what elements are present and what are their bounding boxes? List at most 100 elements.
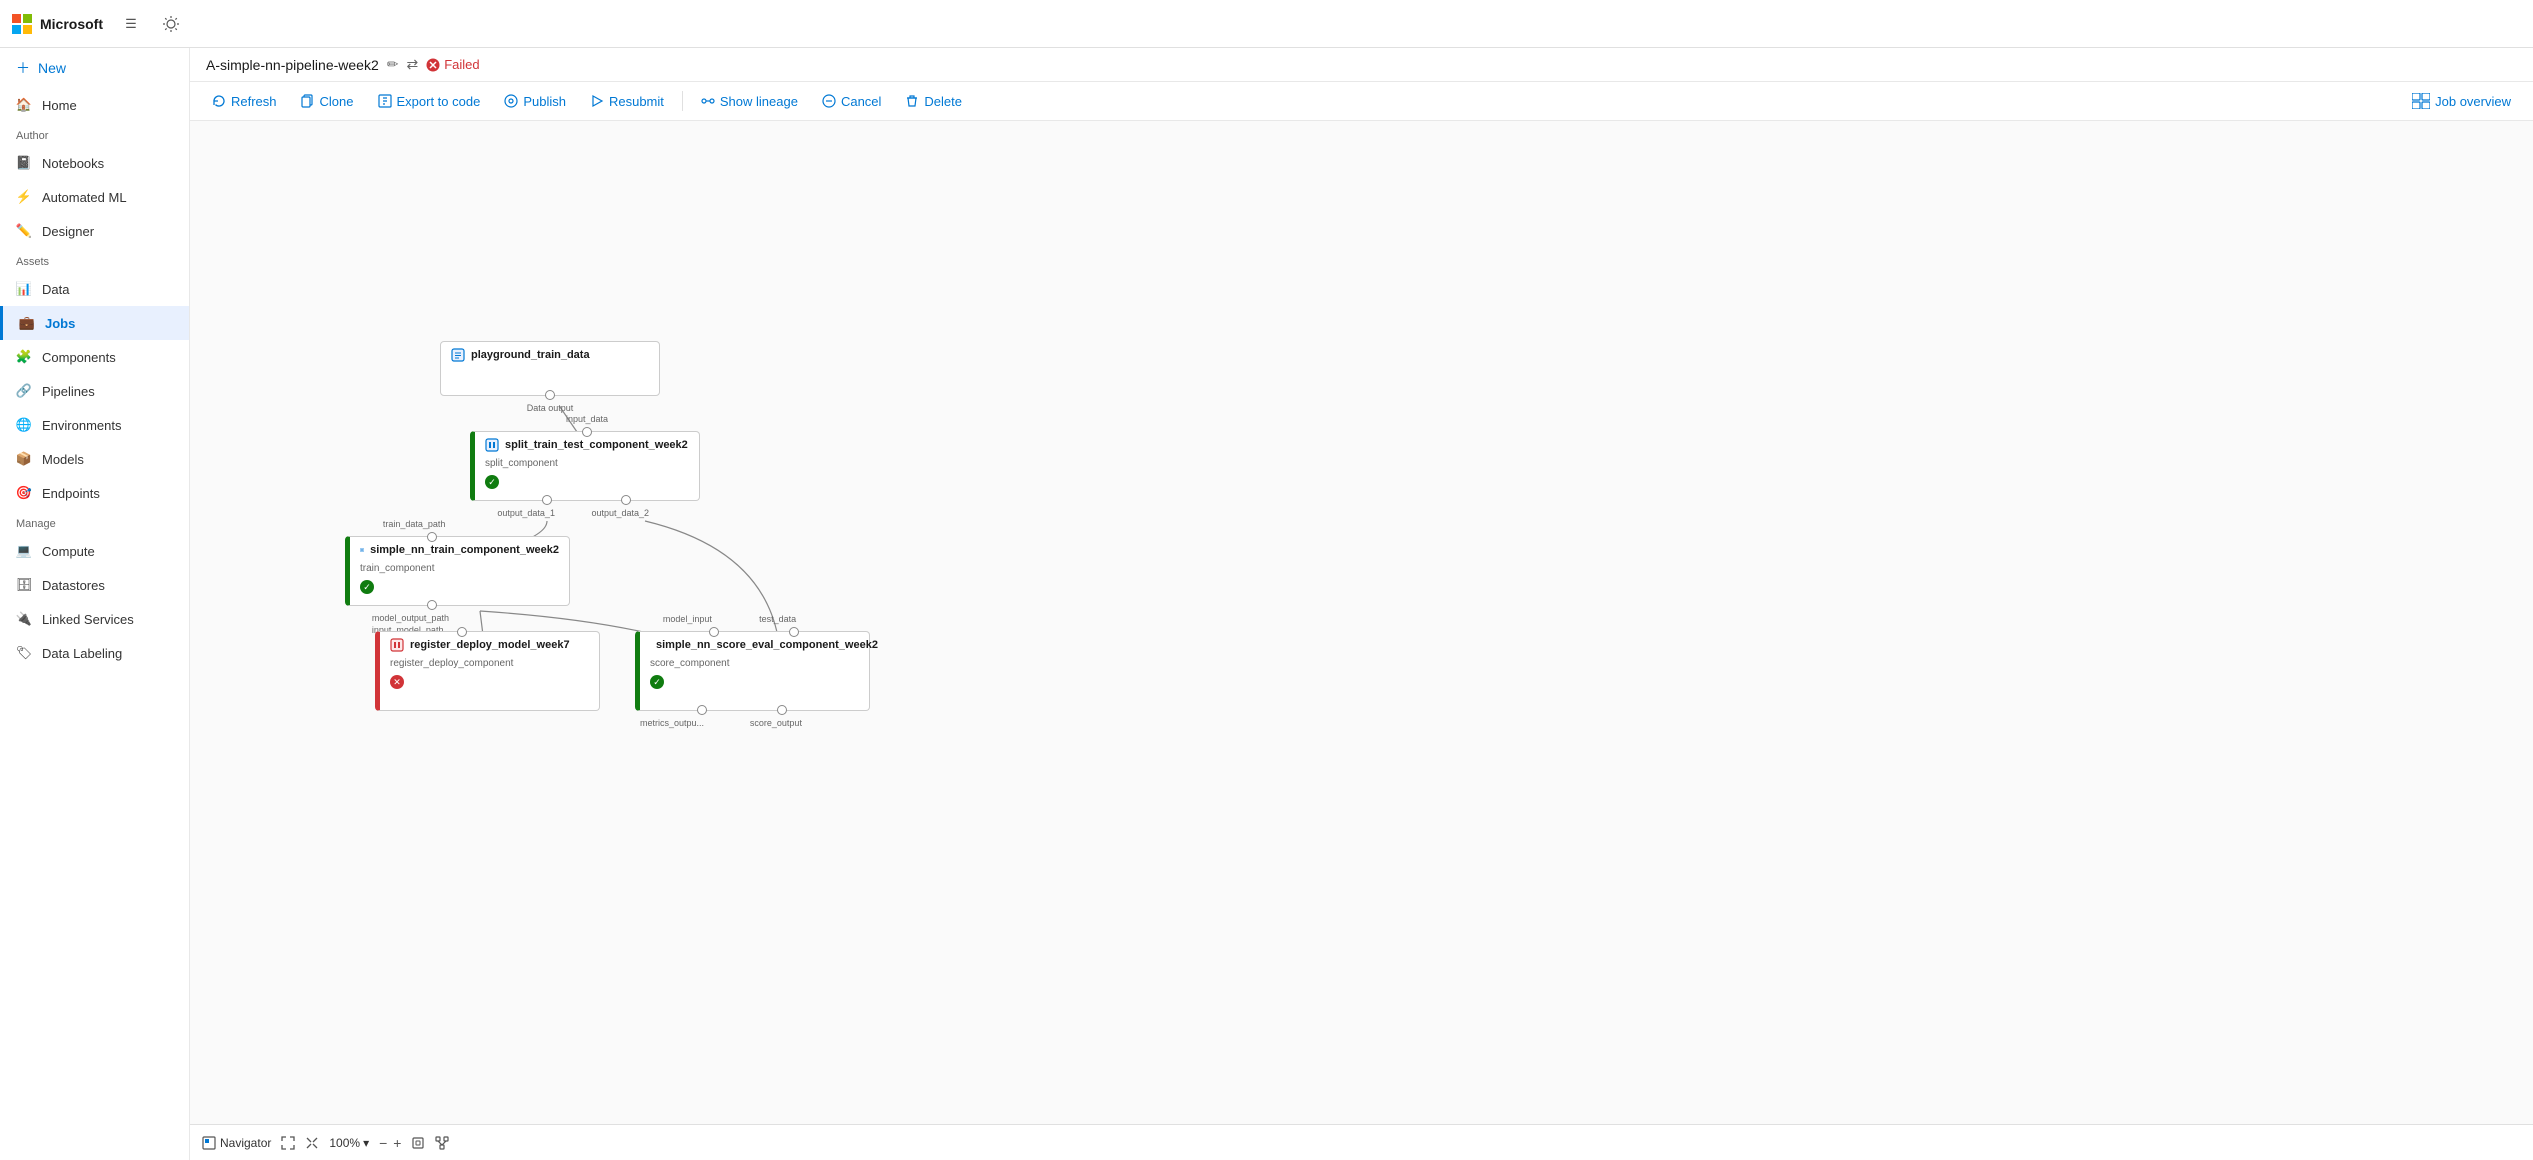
navigator-icon (202, 1136, 216, 1150)
node-split-subtitle: split_component (475, 458, 699, 473)
node-playground-header: playground_train_data (441, 342, 659, 368)
components-icon: 🧩 (16, 349, 32, 365)
port-data-output[interactable] (545, 390, 555, 400)
sidebar-item-designer[interactable]: ✏️ Designer (0, 214, 189, 248)
status-badge: Failed (426, 57, 479, 72)
plus-icon: ＋ (16, 58, 30, 78)
sidebar-item-models[interactable]: 📦 Models (0, 442, 189, 476)
port-data-output-label: Data output (527, 403, 574, 413)
expand-button[interactable] (305, 1136, 319, 1150)
zoom-out-icon[interactable]: − (379, 1135, 387, 1151)
port-split-output2-label: output_data_2 (591, 508, 649, 518)
port-score-output-label: score_output (750, 718, 802, 728)
node-register-title: register_deploy_model_week7 (410, 639, 570, 651)
node-register[interactable]: register_deploy_model_week7 register_dep… (375, 631, 600, 711)
clone-icon (301, 94, 315, 108)
sidebar-item-data-labeling[interactable]: 🏷 Data Labeling (0, 636, 189, 670)
lineage-icon (701, 94, 715, 108)
zoom-in-icon[interactable]: + (393, 1135, 401, 1151)
frame-icon (411, 1136, 425, 1150)
node-playground-train-data[interactable]: playground_train_data Data output (440, 341, 660, 396)
sidebar-item-jobs[interactable]: 💼 Jobs (0, 306, 189, 340)
sidebar-item-environments[interactable]: 🌐 Environments (0, 408, 189, 442)
compare-icon[interactable]: ⇄ (406, 56, 418, 73)
port-score-input-model[interactable] (709, 627, 719, 637)
node-register-subtitle: register_deploy_component (380, 658, 599, 673)
publish-icon (504, 94, 518, 108)
sidebar-item-endpoints[interactable]: 🎯 Endpoints (0, 476, 189, 510)
sidebar-item-automated-ml[interactable]: ⚡ Automated ML (0, 180, 189, 214)
export-icon (378, 94, 392, 108)
pipelines-icon: 🔗 (16, 383, 32, 399)
port-score-model-label: model_input (663, 614, 712, 624)
node-score-subtitle: score_component (640, 658, 869, 673)
node-score-header: simple_nn_score_eval_component_week2 (640, 632, 869, 658)
port-score-metrics[interactable] (697, 705, 707, 715)
port-register-input[interactable] (457, 627, 467, 637)
notebooks-icon: 📓 (16, 155, 32, 171)
edit-icon[interactable]: ✏ (387, 56, 399, 73)
sidebar-item-linked-services[interactable]: 🔌 Linked Services (0, 602, 189, 636)
node-train-title: simple_nn_train_component_week2 (370, 544, 559, 556)
delete-button[interactable]: Delete (895, 89, 972, 114)
delete-icon (905, 94, 919, 108)
models-icon: 📦 (16, 451, 32, 467)
port-split-input[interactable] (582, 427, 592, 437)
export-button[interactable]: Export to code (368, 89, 491, 114)
clone-button[interactable]: Clone (291, 89, 364, 114)
auto-layout-button[interactable] (435, 1136, 449, 1150)
pipeline-title: A-simple-nn-pipeline-week2 (206, 57, 379, 73)
new-button[interactable]: ＋ New (0, 48, 189, 88)
job-overview-button[interactable]: Job overview (2402, 88, 2521, 114)
node-split-title: split_train_test_component_week2 (505, 439, 688, 451)
manage-section-label: Manage (0, 510, 189, 534)
sidebar-item-pipelines[interactable]: 🔗 Pipelines (0, 374, 189, 408)
sidebar-item-data[interactable]: 📊 Data (0, 272, 189, 306)
sidebar-item-home[interactable]: 🏠 Home (0, 88, 189, 122)
home-icon: 🏠 (16, 97, 32, 113)
sidebar-item-datastores[interactable]: 🗄 Datastores (0, 568, 189, 602)
port-train-output[interactable] (427, 600, 437, 610)
port-train-output-label: model_output_path (372, 613, 449, 623)
environments-icon: 🌐 (16, 417, 32, 433)
sidebar-item-components[interactable]: 🧩 Components (0, 340, 189, 374)
pipeline-header: A-simple-nn-pipeline-week2 ✏ ⇄ Failed (190, 48, 2533, 82)
zoom-dropdown-icon[interactable]: ▾ (363, 1136, 369, 1150)
fit-icon (281, 1136, 295, 1150)
settings-icon[interactable] (159, 12, 183, 36)
refresh-button[interactable]: Refresh (202, 89, 287, 114)
port-score-input-test[interactable] (789, 627, 799, 637)
resubmit-button[interactable]: Resubmit (580, 89, 674, 114)
job-overview-icon (2412, 93, 2430, 109)
layout-icon (435, 1136, 449, 1150)
port-score-output[interactable] (777, 705, 787, 715)
port-split-output2[interactable] (621, 495, 631, 505)
sidebar-item-notebooks[interactable]: 📓 Notebooks (0, 146, 189, 180)
port-split-input-label: input_data (566, 414, 608, 424)
pipeline-canvas[interactable]: playground_train_data Data output split_… (190, 121, 2533, 1160)
zoom-level: 100% ▾ (329, 1136, 369, 1150)
cancel-icon (822, 94, 836, 108)
port-split-output1[interactable] (542, 495, 552, 505)
sidebar-item-compute[interactable]: 💻 Compute (0, 534, 189, 568)
data-node-icon (451, 348, 465, 362)
show-lineage-button[interactable]: Show lineage (691, 89, 808, 114)
data-icon: 📊 (16, 281, 32, 297)
compute-icon: 💻 (16, 543, 32, 559)
fit-frame-button[interactable] (411, 1136, 425, 1150)
port-train-input[interactable] (427, 532, 437, 542)
node-train[interactable]: simple_nn_train_component_week2 train_co… (345, 536, 570, 606)
node-score[interactable]: simple_nn_score_eval_component_week2 sco… (635, 631, 870, 711)
fit-view-button[interactable] (281, 1136, 295, 1150)
register-node-icon (390, 638, 404, 652)
author-section-label: Author (0, 122, 189, 146)
publish-button[interactable]: Publish (494, 89, 576, 114)
microsoft-logo (12, 14, 32, 34)
cancel-button[interactable]: Cancel (812, 89, 891, 114)
datastores-icon: 🗄 (16, 577, 32, 593)
zoom-controls: − + (379, 1135, 401, 1151)
split-node-icon (485, 438, 499, 452)
node-split-train-test[interactable]: split_train_test_component_week2 split_c… (470, 431, 700, 501)
collapse-icon[interactable]: ☰ (119, 12, 143, 36)
navigator-button[interactable]: Navigator (202, 1136, 271, 1150)
